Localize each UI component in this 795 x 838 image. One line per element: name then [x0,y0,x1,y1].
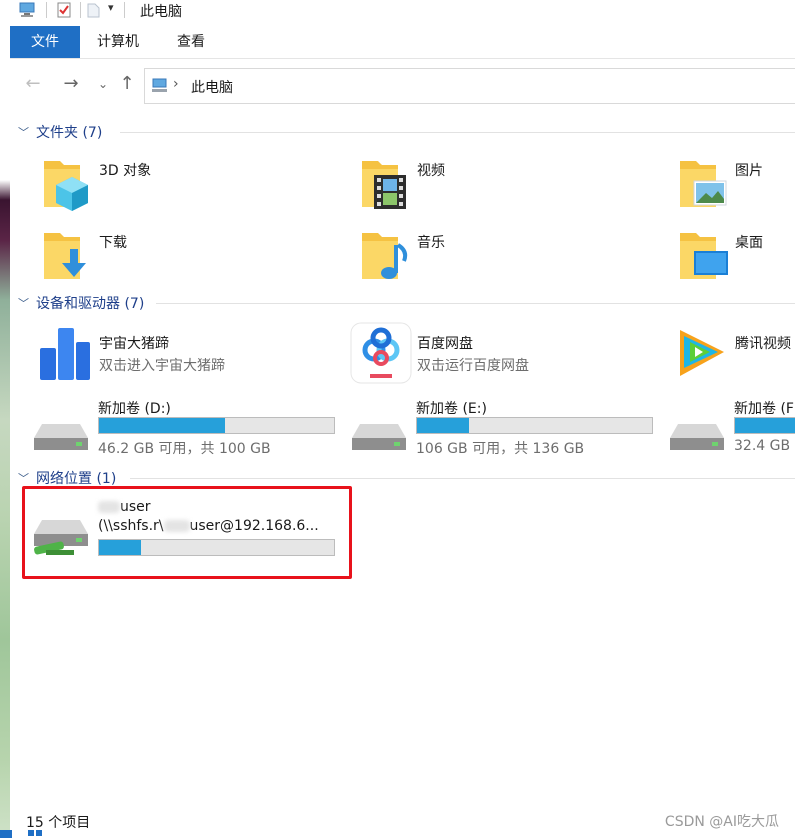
computer-icon [19,2,35,17]
videos-folder-icon [362,161,406,209]
recent-locations-chevron-icon[interactable]: ⌄ [92,72,114,96]
address-bar[interactable]: › 此电脑 [144,68,795,104]
folder-name: 图片 [735,163,763,179]
breadcrumb-separator-icon[interactable]: › [173,76,179,92]
app-tile[interactable]: 百度网盘 双击运行百度网盘 [350,322,654,384]
app-tile[interactable]: 腾讯视频 [672,322,795,384]
section-divider [120,132,795,133]
app-name: 宇宙大猪蹄 [99,336,169,352]
red-highlight-box [22,486,352,579]
computer-icon [152,78,167,92]
divider [46,2,47,18]
app-tile[interactable]: 宇宙大猪蹄 双击进入宇宙大猪蹄 [36,322,336,384]
collapse-chevron-icon[interactable]: ﹀ [18,295,29,311]
section-divider [156,303,795,304]
downloads-folder-icon [44,233,86,279]
tab-view[interactable]: 查看 [177,26,205,58]
file-explorer-window: ▾ 此电脑 文件 计算机 查看 ← → ⌄ ↑ › 此电脑 ﹀ 文件夹 (7) [10,0,795,838]
section-title: 文件夹 (7) [36,125,103,141]
tab-computer[interactable]: 计算机 [97,26,139,58]
pictures-folder-icon [680,161,727,207]
hard-drive-icon [352,424,406,450]
section-folders[interactable]: ﹀ 文件夹 (7) [10,122,795,142]
folder-music[interactable]: 音乐 [358,222,658,284]
drive-usage-fill [99,418,226,433]
navigation-bar: ← → ⌄ ↑ › 此电脑 [10,64,795,104]
music-folder-icon [362,233,408,279]
title-bar: ▾ 此电脑 [10,0,795,22]
folder-name: 音乐 [417,235,445,251]
drive-space: 32.4 GB [734,438,791,454]
app-blue-bars-icon [40,328,90,380]
window-title: 此电脑 [140,4,182,20]
drive-name: 新加卷 (D:) [98,401,171,417]
app-name: 百度网盘 [417,336,473,352]
taskbar-fragment [0,828,60,838]
collapse-chevron-icon[interactable]: ﹀ [18,124,29,140]
folder-name: 下载 [99,235,127,251]
drive-space: 106 GB 可用，共 136 GB [416,441,585,457]
up-arrow-icon[interactable]: ↑ [116,72,138,96]
drive-tile[interactable]: 新加卷 (D:) 46.2 GB 可用，共 100 GB [32,394,342,460]
drive-tile[interactable]: 新加卷 (F 32.4 GB [668,394,795,460]
new-folder-icon[interactable] [86,1,102,19]
drive-usage-bar [98,417,335,434]
section-devices[interactable]: ﹀ 设备和驱动器 (7) [10,293,795,313]
tab-file[interactable]: 文件 [10,26,80,58]
folder-3d-objects[interactable]: 3D 对象 [40,150,340,212]
forward-arrow-icon[interactable]: → [60,72,82,96]
back-arrow-icon[interactable]: ← [22,72,44,96]
folder-downloads[interactable]: 下载 [40,222,340,284]
drive-usage-bar [416,417,653,434]
divider [80,2,81,18]
drive-tile[interactable]: 新加卷 (E:) 106 GB 可用，共 136 GB [350,394,660,460]
properties-check-icon[interactable] [56,1,74,19]
hard-drive-icon [34,424,88,450]
folder-videos[interactable]: 视频 [358,150,658,212]
drive-name: 新加卷 (F [734,401,794,417]
drive-usage-fill [417,418,469,433]
folder-name: 视频 [417,163,445,179]
folder-name: 桌面 [735,235,763,251]
collapse-chevron-icon[interactable]: ﹀ [18,470,29,486]
app-description: 双击进入宇宙大猪蹄 [99,358,225,374]
section-network[interactable]: ﹀ 网络位置 (1) [10,468,795,488]
folder-desktop[interactable]: 桌面 [676,222,795,284]
ribbon-tabs: 文件 计算机 查看 [10,26,795,59]
desktop-folder-icon [680,233,728,279]
app-name: 腾讯视频 [735,336,791,352]
tencent-video-icon [680,330,724,376]
hard-drive-icon [670,424,724,450]
baidu-netdisk-icon [350,322,412,384]
drive-usage-fill [735,418,795,433]
drive-usage-bar [734,417,795,434]
section-divider [130,478,795,479]
watermark: CSDN @AI吃大瓜 [664,814,779,830]
3d-objects-folder-icon [44,161,88,211]
section-title: 网络位置 (1) [36,471,117,487]
app-description: 双击运行百度网盘 [417,358,529,374]
desktop-background [0,0,10,838]
section-title: 设备和驱动器 (7) [36,296,145,312]
breadcrumb[interactable]: 此电脑 [191,77,233,97]
drive-name: 新加卷 (E:) [416,401,487,417]
customize-quick-access-icon[interactable]: ▾ [108,1,114,14]
divider [124,2,125,18]
folder-pictures[interactable]: 图片 [676,150,795,212]
drive-space: 46.2 GB 可用，共 100 GB [98,441,271,457]
folder-name: 3D 对象 [99,163,152,179]
